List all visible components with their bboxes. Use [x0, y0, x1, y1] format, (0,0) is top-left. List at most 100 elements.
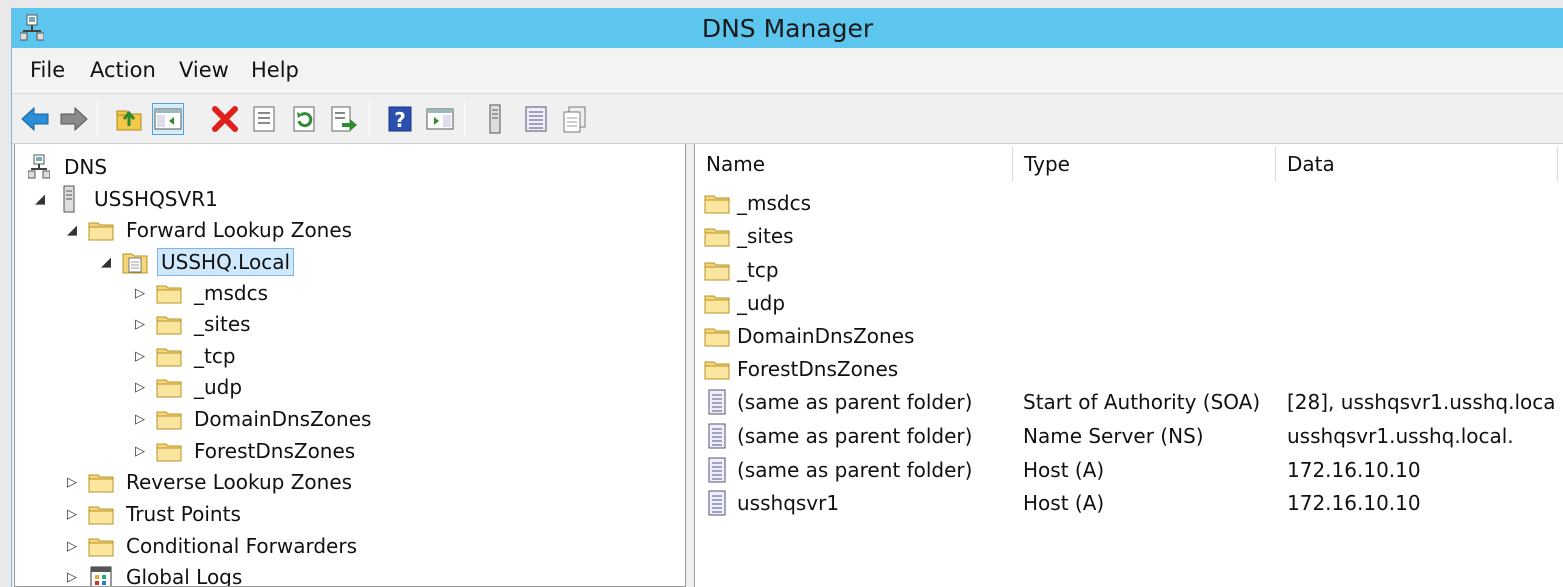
- expand-icon[interactable]: ▷: [131, 404, 149, 434]
- record-data: [1287, 186, 1557, 219]
- dns-icon: [25, 154, 53, 180]
- record-type: Start of Authority (SOA): [1023, 389, 1261, 414]
- expand-icon[interactable]: ▷: [131, 309, 149, 339]
- collapse-icon[interactable]: ◢: [97, 247, 115, 277]
- expand-icon[interactable]: ▷: [63, 467, 81, 497]
- record-name: _udp: [737, 290, 786, 315]
- console-tree[interactable]: DNS ◢ USSHQSVR1 ◢ Forward Lookup Zones ◢…: [14, 144, 686, 587]
- tree-item-zone-usshq-local[interactable]: ◢ USSHQ.Local: [97, 247, 295, 277]
- tree-item-trust-points[interactable]: ▷ Trust Points: [63, 499, 244, 529]
- up-folder-icon[interactable]: [113, 103, 145, 135]
- tree-item-forward-lookup-zones[interactable]: ◢ Forward Lookup Zones: [63, 215, 355, 245]
- tree-item-domaindnszones[interactable]: ▷ DomainDnsZones: [131, 404, 374, 434]
- record-name: _msdcs: [737, 190, 812, 215]
- tree-label: _udp: [194, 375, 243, 399]
- tree-label: DNS: [64, 155, 108, 179]
- tree-item-server[interactable]: ◢ USSHQSVR1: [31, 184, 221, 214]
- title-bar[interactable]: DNS Manager: [12, 8, 1563, 48]
- list-item[interactable]: DomainDnsZones: [695, 319, 1563, 352]
- list-item[interactable]: _msdcs: [695, 186, 1563, 219]
- menu-action[interactable]: Action: [84, 56, 162, 84]
- expand-icon[interactable]: ▷: [131, 372, 149, 402]
- expand-icon[interactable]: ▷: [63, 562, 81, 586]
- event-log-icon: [87, 564, 115, 586]
- list-item[interactable]: ForestDnsZones: [695, 352, 1563, 385]
- record-type: [1023, 253, 1278, 286]
- tree-item-msdcs[interactable]: ▷ _msdcs: [131, 278, 271, 308]
- list-item[interactable]: _udp: [695, 286, 1563, 319]
- tree-item-tcp[interactable]: ▷ _tcp: [131, 341, 239, 371]
- server-icon[interactable]: [479, 103, 511, 135]
- expand-icon[interactable]: ▷: [131, 341, 149, 371]
- tree-label: Trust Points: [126, 502, 241, 526]
- column-header-name[interactable]: Name: [695, 146, 1013, 182]
- expand-icon[interactable]: ▷: [63, 531, 81, 561]
- list-item[interactable]: (same as parent folder) Host (A) 172.16.…: [695, 453, 1563, 486]
- tree-item-conditional-forwarders[interactable]: ▷ Conditional Forwarders: [63, 531, 360, 561]
- column-header-data[interactable]: Data: [1276, 146, 1558, 182]
- expand-icon[interactable]: ▷: [131, 278, 149, 308]
- expand-icon[interactable]: ▷: [131, 436, 149, 466]
- delete-icon[interactable]: [209, 103, 241, 135]
- record-data: [1287, 352, 1557, 385]
- tree-item-dns[interactable]: DNS: [25, 152, 110, 182]
- details-list[interactable]: Name Type Data _msdcs _sites _tcp _udp D…: [694, 144, 1563, 587]
- tree-label: Reverse Lookup Zones: [126, 470, 353, 494]
- folder-icon: [87, 217, 115, 243]
- help-icon[interactable]: ?: [384, 103, 416, 135]
- expand-icon[interactable]: ▷: [63, 499, 81, 529]
- list-item[interactable]: _sites: [695, 219, 1563, 252]
- toolbar-separator: [97, 102, 98, 136]
- list-item[interactable]: (same as parent folder) Name Server (NS)…: [695, 419, 1563, 452]
- record-data: 172.16.10.10: [1287, 457, 1421, 482]
- tree-item-forestdnszones[interactable]: ▷ ForestDnsZones: [131, 436, 358, 466]
- collapse-icon[interactable]: ◢: [63, 215, 81, 245]
- window-title: DNS Manager: [701, 14, 874, 43]
- record-type: [1023, 352, 1278, 385]
- record-data: [1287, 253, 1557, 286]
- record-icon: [703, 423, 731, 449]
- list-item[interactable]: (same as parent folder) Start of Authori…: [695, 385, 1563, 418]
- back-icon[interactable]: [19, 103, 51, 135]
- forward-icon[interactable]: [58, 103, 90, 135]
- menu-file[interactable]: File: [24, 56, 71, 84]
- folder-icon: [155, 343, 183, 369]
- list-item[interactable]: usshqsvr1 Host (A) 172.16.10.10: [695, 486, 1563, 519]
- record-name: (same as parent folder): [737, 423, 973, 448]
- record-type: Host (A): [1023, 457, 1105, 482]
- column-header-type[interactable]: Type: [1013, 146, 1276, 182]
- tree-item-udp[interactable]: ▷ _udp: [131, 372, 245, 402]
- zone-file-icon: [121, 249, 149, 275]
- show-action-pane-icon[interactable]: [424, 103, 456, 135]
- folder-icon: [155, 280, 183, 306]
- tree-item-sites[interactable]: ▷ _sites: [131, 309, 254, 339]
- properties-icon[interactable]: [248, 103, 280, 135]
- record-type: [1023, 319, 1278, 352]
- record-icon: [703, 457, 731, 483]
- folder-icon: [87, 533, 115, 559]
- folder-icon: [703, 257, 731, 283]
- record-copy-icon[interactable]: [559, 103, 591, 135]
- menu-bar: File Action View Help: [12, 48, 1563, 94]
- menu-view[interactable]: View: [173, 56, 235, 84]
- tree-label: DomainDnsZones: [194, 407, 372, 431]
- server-icon: [55, 185, 83, 213]
- record-icon: [703, 490, 731, 516]
- list-item[interactable]: _tcp: [695, 253, 1563, 286]
- tree-label: _msdcs: [194, 281, 269, 305]
- folder-icon: [155, 438, 183, 464]
- tree-item-reverse-lookup-zones[interactable]: ▷ Reverse Lookup Zones: [63, 467, 355, 497]
- record-type: [1023, 219, 1278, 252]
- record-name: _tcp: [737, 257, 779, 282]
- folder-icon: [155, 311, 183, 337]
- record-name: usshqsvr1: [737, 490, 840, 515]
- tree-item-global-logs[interactable]: ▷ Global Logs: [63, 562, 245, 586]
- collapse-icon[interactable]: ◢: [31, 184, 49, 214]
- record-list-icon[interactable]: [520, 103, 552, 135]
- menu-help[interactable]: Help: [245, 56, 305, 84]
- record-data: [1287, 219, 1557, 252]
- pane-splitter[interactable]: [686, 144, 694, 587]
- export-list-icon[interactable]: [328, 103, 360, 135]
- refresh-icon[interactable]: [288, 103, 320, 135]
- show-hide-console-tree-icon[interactable]: [152, 103, 184, 135]
